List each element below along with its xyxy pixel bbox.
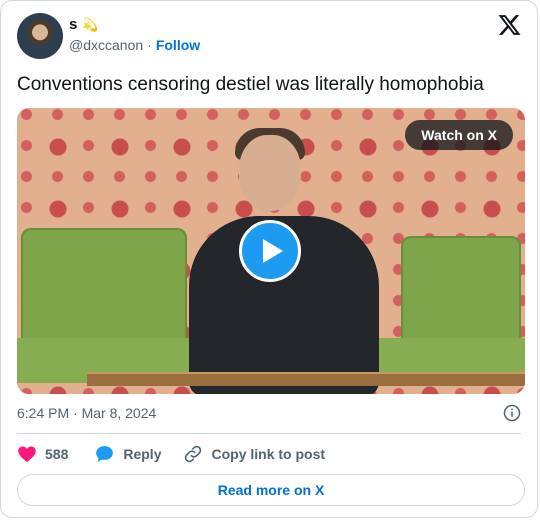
author-avatar[interactable]	[17, 13, 63, 59]
reply-button[interactable]: Reply	[94, 444, 161, 464]
author-handle-row: @dxccanon · Follow	[69, 37, 200, 53]
tweet-text: Conventions censoring destiel was litera…	[17, 74, 484, 95]
author-name-row: s 💫	[69, 16, 99, 33]
info-icon[interactable]	[503, 404, 521, 422]
speech-bubble-icon	[96, 446, 114, 462]
link-icon	[185, 445, 202, 463]
video-person-head	[239, 135, 301, 211]
follow-link[interactable]: Follow	[156, 37, 200, 53]
read-more-button[interactable]: Read more on X	[17, 474, 525, 506]
reply-label: Reply	[123, 446, 162, 462]
play-icon	[263, 239, 283, 263]
watch-on-x-button[interactable]: Watch on X	[405, 120, 513, 150]
copy-link-label: Copy link to post	[211, 446, 326, 462]
play-button[interactable]	[239, 220, 301, 282]
author-handle[interactable]: @dxccanon	[69, 37, 143, 53]
video-table	[87, 372, 525, 386]
video-player[interactable]: Watch on X	[17, 108, 525, 394]
like-count: 588	[45, 446, 69, 462]
handle-separator: ·	[147, 37, 152, 53]
x-logo-icon[interactable]	[498, 14, 521, 36]
tweet-card: s 💫 @dxccanon · Follow Conventions censo…	[0, 0, 538, 518]
tweet-timestamp[interactable]: 6:24 PM · Mar 8, 2024	[17, 405, 156, 421]
copy-link-button[interactable]: Copy link to post	[183, 444, 325, 464]
divider	[17, 433, 521, 434]
heart-icon	[18, 446, 36, 462]
like-button[interactable]: 588	[17, 444, 68, 464]
author-emoji: 💫	[82, 16, 99, 32]
action-bar: 588 Reply Copy link to post	[17, 444, 325, 464]
author-name[interactable]: s	[69, 16, 77, 33]
